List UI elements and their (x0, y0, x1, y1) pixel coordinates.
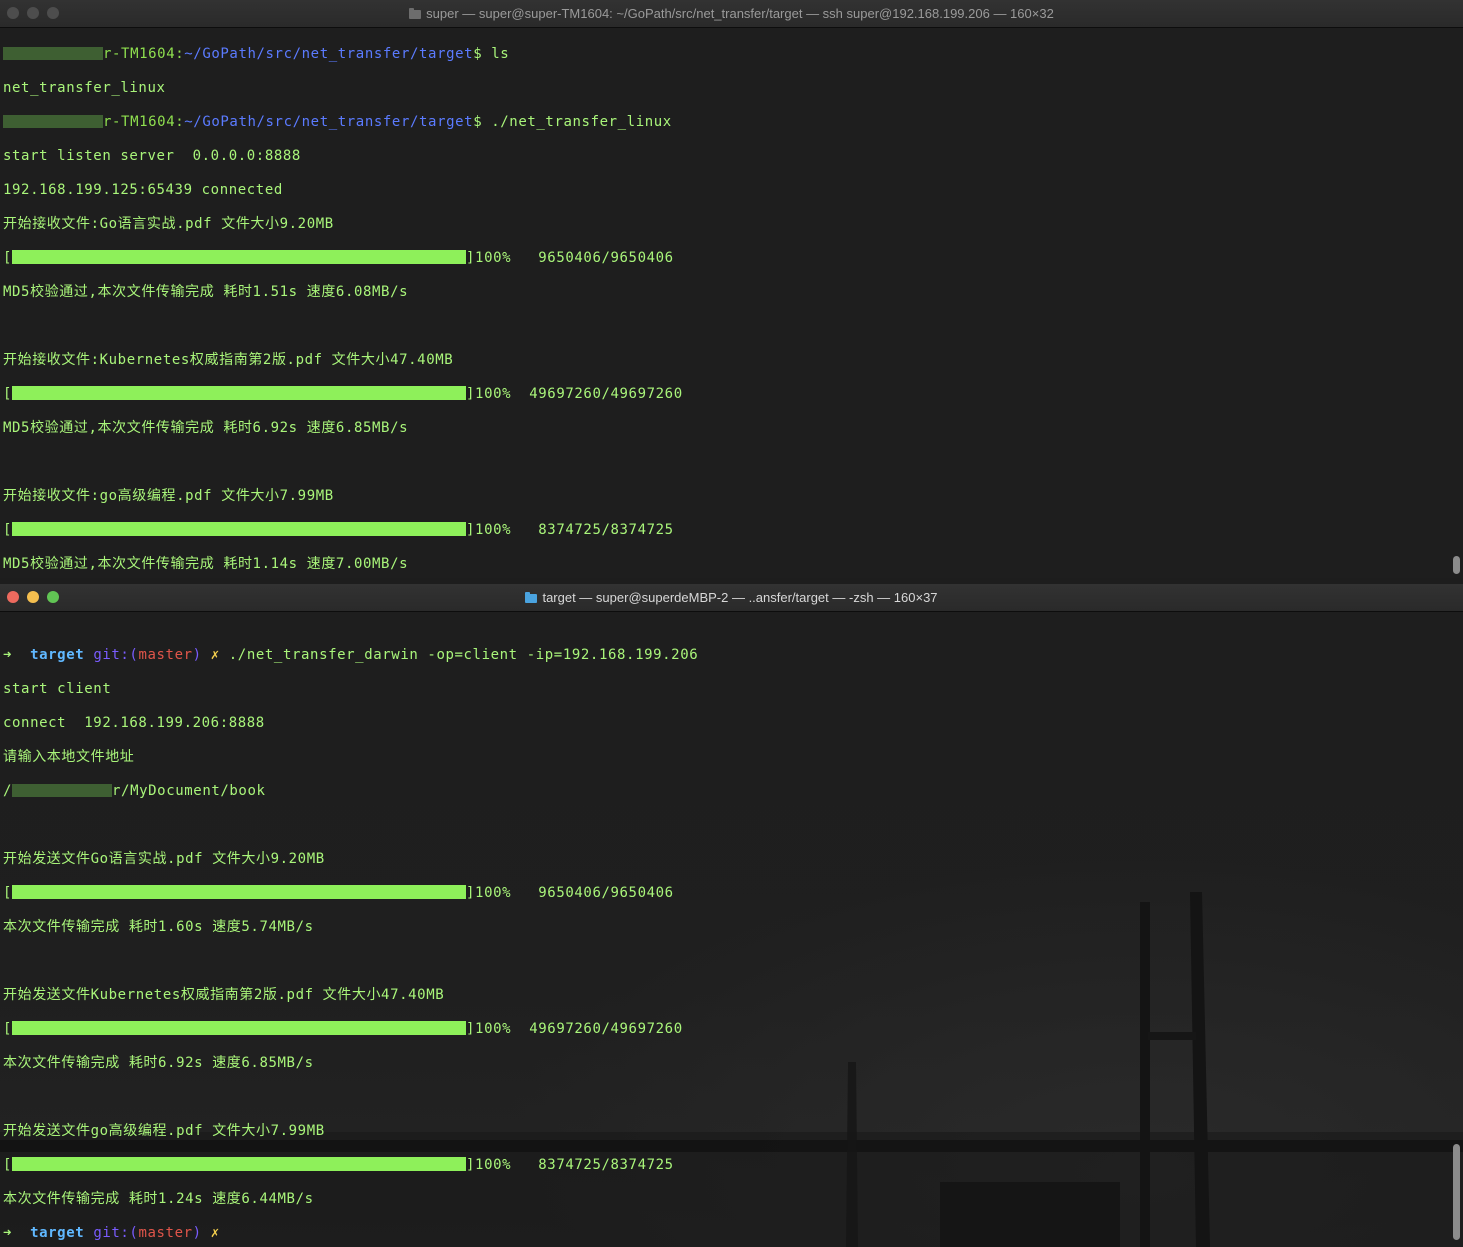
window-title: target — super@superdeMBP-2 — ..ansfer/t… (0, 584, 1463, 611)
output-line: start client (3, 681, 112, 697)
terminal-content[interactable]: ➜ target git:(master) ✗ ./net_transfer_d… (0, 612, 1463, 1247)
output-line: MD5校验通过,本次文件传输完成 耗时1.51s 速度6.08MB/s (3, 284, 409, 300)
zsh-terminal-window[interactable]: target — super@superdeMBP-2 — ..ansfer/t… (0, 584, 1463, 1247)
titlebar[interactable]: target — super@superdeMBP-2 — ..ansfer/t… (0, 584, 1463, 612)
terminal-content[interactable]: r-TM1604:~/GoPath/src/net_transfer/targe… (0, 28, 1463, 578)
window-title: super — super@super-TM1604: ~/GoPath/src… (0, 0, 1463, 27)
progress-bar-fill (12, 1021, 467, 1035)
output-line: connect 192.168.199.206:8888 (3, 715, 265, 731)
folder-icon (409, 8, 422, 19)
folder-icon (525, 592, 538, 603)
progress-line: []100% 49697260/49697260 (3, 1021, 683, 1037)
output-line: 192.168.199.125:65439 connected (3, 182, 283, 198)
ssh-terminal-window[interactable]: super — super@super-TM1604: ~/GoPath/src… (0, 0, 1463, 578)
progress-line: []100% 9650406/9650406 (3, 250, 674, 266)
progress-line: []100% 8374725/8374725 (3, 522, 674, 538)
output-line: 本次文件传输完成 耗时1.60s 速度5.74MB/s (3, 919, 314, 935)
output-line: 开始发送文件Kubernetes权威指南第2版.pdf 文件大小47.40MB (3, 987, 445, 1003)
output-line: 本次文件传输完成 耗时6.92s 速度6.85MB/s (3, 1055, 314, 1071)
redacted-hostname (3, 47, 103, 60)
prompt-line: r-TM1604:~/GoPath/src/net_transfer/targe… (3, 114, 1463, 131)
progress-line: []100% 49697260/49697260 (3, 386, 683, 402)
titlebar[interactable]: super — super@super-TM1604: ~/GoPath/src… (0, 0, 1463, 28)
progress-bar-fill (12, 885, 467, 899)
output-line: 开始接收文件:Kubernetes权威指南第2版.pdf 文件大小47.40MB (3, 352, 454, 368)
prompt-line: ➜ target git:(master) ✗ (3, 1225, 220, 1241)
output-line: 本次文件传输完成 耗时1.24s 速度6.44MB/s (3, 1191, 314, 1207)
output-line: net_transfer_linux (3, 80, 166, 96)
output-line: 开始发送文件go高级编程.pdf 文件大小7.99MB (3, 1123, 325, 1139)
output-line: 请输入本地文件地址 (3, 749, 135, 765)
progress-line: []100% 9650406/9650406 (3, 885, 674, 901)
prompt-line: r-TM1604:~/GoPath/src/net_transfer/targe… (3, 46, 1463, 63)
scrollbar-thumb[interactable] (1453, 556, 1460, 574)
progress-bar-fill (12, 386, 467, 400)
redacted-path (12, 784, 113, 797)
progress-bar-fill (12, 522, 467, 536)
output-line: 开始发送文件Go语言实战.pdf 文件大小9.20MB (3, 851, 325, 867)
progress-line: []100% 8374725/8374725 (3, 1157, 674, 1173)
progress-bar-fill (12, 250, 467, 264)
progress-bar-fill (12, 1157, 467, 1171)
output-line: start listen server 0.0.0.0:8888 (3, 148, 301, 164)
output-line: MD5校验通过,本次文件传输完成 耗时6.92s 速度6.85MB/s (3, 420, 409, 436)
prompt-line: ➜ target git:(master) ✗ ./net_transfer_d… (3, 647, 699, 663)
output-line: 开始接收文件:Go语言实战.pdf 文件大小9.20MB (3, 216, 334, 232)
redacted-hostname (3, 115, 103, 128)
scrollbar-thumb[interactable] (1453, 1144, 1460, 1240)
output-line: 开始接收文件:go高级编程.pdf 文件大小7.99MB (3, 488, 334, 504)
input-path-line: / r/MyDocument/book (3, 783, 266, 799)
output-line: MD5校验通过,本次文件传输完成 耗时1.14s 速度7.00MB/s (3, 556, 409, 572)
